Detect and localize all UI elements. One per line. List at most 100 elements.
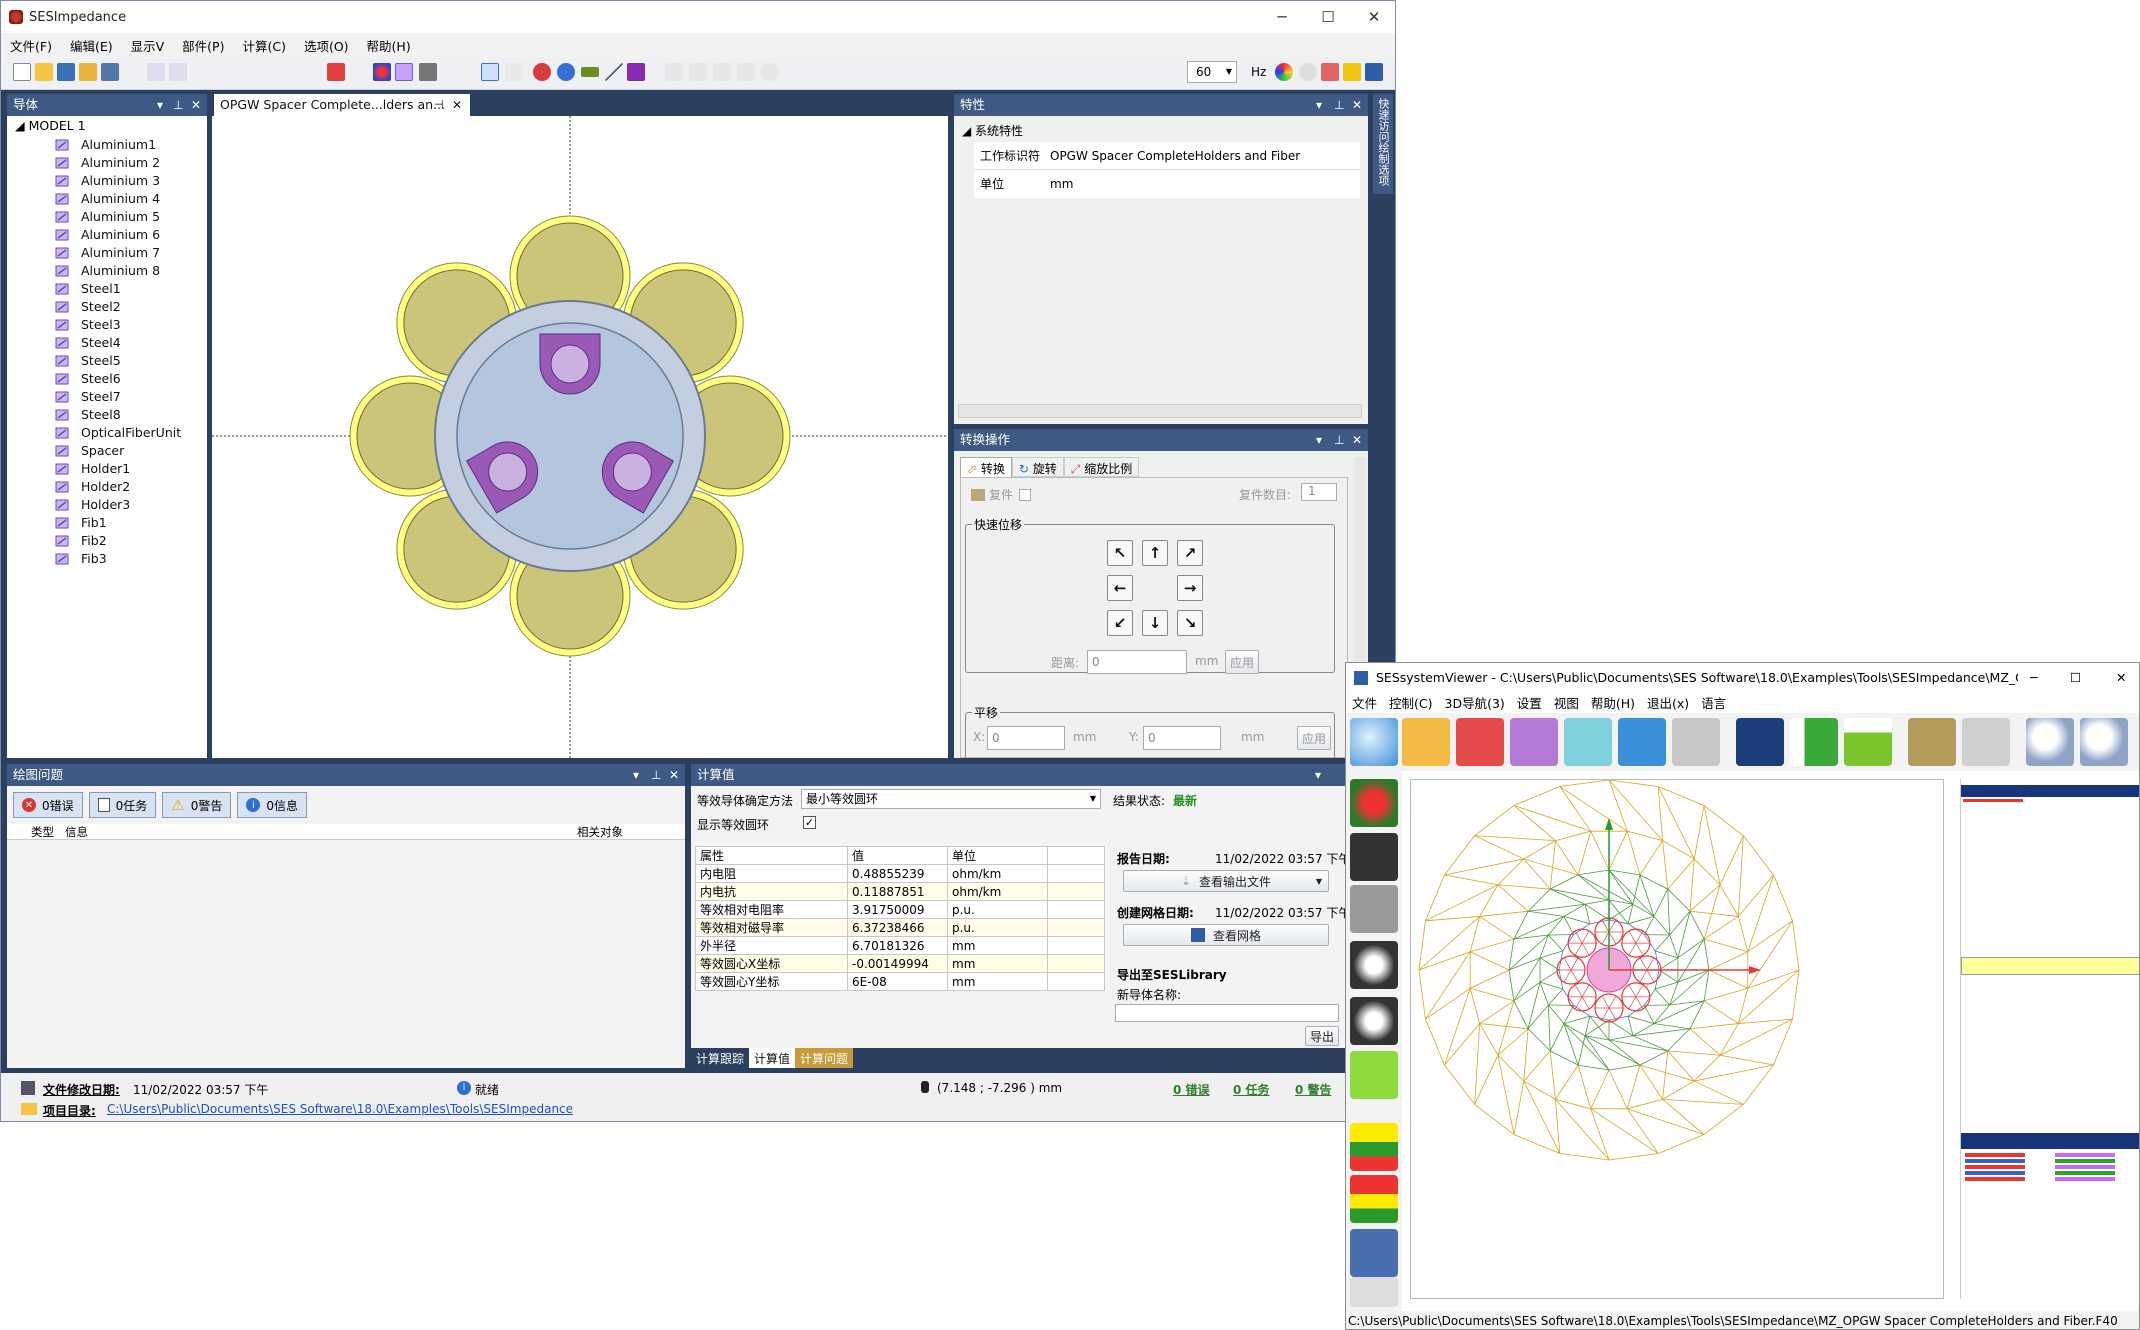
tree-item[interactable]: Aluminium 2 (55, 155, 160, 170)
table-row[interactable]: 内电阻 0.48855239 ohm/km (695, 864, 1105, 883)
arrow-right-icon[interactable] (1790, 718, 1838, 766)
open-folder-icon[interactable] (1402, 718, 1450, 766)
cube-alt-icon[interactable] (1350, 1175, 1398, 1223)
gear-icon[interactable] (1908, 718, 1956, 766)
viewer-menu-exit[interactable]: 退出(x) (1641, 693, 1695, 713)
close-button[interactable]: ✕ (2116, 663, 2126, 693)
ungroup-icon[interactable] (737, 63, 755, 81)
blue-folder-icon[interactable] (1618, 718, 1666, 766)
new-conductor-input[interactable] (1115, 1004, 1339, 1022)
binoculars-icon[interactable] (1350, 833, 1398, 881)
red-folder-icon[interactable] (1456, 718, 1504, 766)
tree-item[interactable]: OpticalFiberUnit (55, 425, 181, 440)
tree-item[interactable]: Steel5 (55, 353, 121, 368)
copy-checkbox[interactable] (1019, 488, 1032, 501)
info-filter-button[interactable]: i 0信息 (237, 792, 308, 818)
column-property[interactable]: 属性 (695, 846, 848, 865)
tree-item[interactable]: Holder3 (55, 497, 130, 512)
column-message[interactable]: 信息 (65, 824, 88, 840)
status-warnings-link[interactable]: 0 警告 (1295, 1081, 1332, 1098)
close-icon[interactable]: ✕ (191, 94, 201, 116)
tree-item[interactable]: Aluminium 6 (55, 227, 160, 242)
viewer-menu-3d-nav[interactable]: 3D导航(3) (1439, 693, 1511, 713)
panel-menu-icon[interactable]: ▾ (1316, 94, 1322, 116)
move-up-button[interactable]: ↑ (1142, 540, 1168, 566)
menu-parts[interactable]: 部件(P) (173, 36, 233, 55)
translate-apply-button[interactable]: 应用 (1297, 726, 1331, 750)
panel-menu-icon[interactable]: ▾ (1316, 429, 1322, 451)
panel-menu-icon[interactable]: ▾ (157, 94, 163, 116)
tree-root[interactable]: ◢ MODEL 1 (15, 118, 86, 133)
move-up-left-button[interactable]: ↖ (1107, 540, 1133, 566)
close-button[interactable]: ✕ (1351, 1, 1397, 33)
tree-item[interactable]: Steel3 (55, 317, 121, 332)
menu-file[interactable]: 文件(F) (1, 36, 61, 55)
purple-folder-icon[interactable] (1510, 718, 1558, 766)
rotate-icon[interactable] (761, 63, 779, 81)
status-tasks-link[interactable]: 0 任务 (1233, 1081, 1270, 1098)
panel-menu-icon[interactable]: ▾ (633, 764, 639, 786)
tab-calc-problems[interactable]: 计算问题 (795, 1048, 854, 1068)
pin-icon[interactable]: ⊥ (1334, 429, 1344, 451)
errors-filter-button[interactable]: ✕ 0错误 (13, 792, 83, 818)
camera-lens-icon[interactable] (1350, 941, 1398, 989)
warnings-filter-button[interactable]: ⚠ 0警告 (162, 792, 232, 818)
open-folder-icon[interactable] (35, 63, 53, 81)
close-icon[interactable]: ✕ (669, 764, 679, 786)
tree-item[interactable]: Steel7 (55, 389, 121, 404)
cable-cross-section[interactable] (212, 116, 948, 758)
camera-add-icon[interactable] (1350, 997, 1398, 1045)
move-down-button[interactable]: ↓ (1142, 610, 1168, 636)
tools-icon[interactable] (419, 63, 437, 81)
pin-icon[interactable]: ⊥ (1334, 94, 1344, 116)
horizontal-scrollbar[interactable] (958, 404, 1362, 418)
maximize-button[interactable]: ☐ (1305, 1, 1351, 33)
flashlight-icon[interactable] (1350, 1051, 1398, 1099)
zoom-icon[interactable] (2026, 718, 2074, 766)
copy-count-stepper[interactable]: 1 (1301, 483, 1337, 501)
viewer-menu-file[interactable]: 文件 (1346, 693, 1383, 713)
export-button[interactable]: 导出 (1305, 1026, 1339, 1046)
forbidden-icon[interactable] (1299, 63, 1317, 81)
distance-input[interactable]: 0 (1087, 650, 1187, 674)
tree-item[interactable]: Holder1 (55, 461, 130, 476)
distribute-icon[interactable] (689, 63, 707, 81)
circle-tool-icon[interactable] (533, 63, 551, 81)
layers-icon[interactable] (1350, 1229, 1398, 1277)
tab-translate[interactable]: ⬀ 转换 (960, 457, 1012, 477)
new-file-icon[interactable] (13, 63, 31, 81)
tree-item[interactable]: Fib1 (55, 515, 107, 530)
viewer-menu-control[interactable]: 控制(C) (1383, 693, 1438, 713)
align-icon[interactable] (665, 63, 683, 81)
column-value[interactable]: 值 (847, 846, 948, 865)
frequency-select[interactable]: 60 ▼ (1187, 61, 1237, 83)
column-type[interactable]: 类型 (31, 824, 54, 840)
optical-fiber[interactable] (550, 344, 590, 384)
optical-fiber[interactable] (612, 452, 652, 492)
rectangle-tool-icon[interactable] (581, 67, 599, 77)
view-grid-button[interactable]: 查看网格 (1123, 924, 1329, 946)
cube-icon[interactable] (1350, 1123, 1398, 1171)
tree-item[interactable]: Fib2 (55, 533, 107, 548)
print-icon[interactable] (101, 63, 119, 81)
tab-calc-values[interactable]: 计算值 (749, 1048, 796, 1068)
select-multiple-icon[interactable] (505, 63, 523, 81)
undo-icon[interactable] (147, 63, 165, 81)
eraser-icon[interactable] (1350, 1277, 1398, 1307)
display-settings-icon[interactable] (395, 63, 413, 81)
mesh-view[interactable] (1410, 779, 1944, 1299)
menu-edit[interactable]: 编辑(E) (61, 36, 122, 55)
save-as-icon[interactable] (79, 63, 97, 81)
move-right-button[interactable]: → (1177, 575, 1203, 601)
tree-item[interactable]: Aluminium 8 (55, 263, 160, 278)
menu-help[interactable]: 帮助(H) (358, 36, 420, 55)
tree-item[interactable]: Steel6 (55, 371, 121, 386)
tasks-filter-button[interactable]: 0任务 (88, 792, 157, 818)
minimize-button[interactable]: ─ (2030, 663, 2038, 693)
zoom-window-icon[interactable] (2080, 718, 2128, 766)
close-icon[interactable]: ✕ (452, 94, 462, 116)
cyan-folder-icon[interactable] (1564, 718, 1612, 766)
move-down-left-button[interactable]: ↙ (1107, 610, 1133, 636)
menu-options[interactable]: 选项(O) (295, 36, 358, 55)
arrow-down-icon[interactable] (1844, 718, 1892, 766)
